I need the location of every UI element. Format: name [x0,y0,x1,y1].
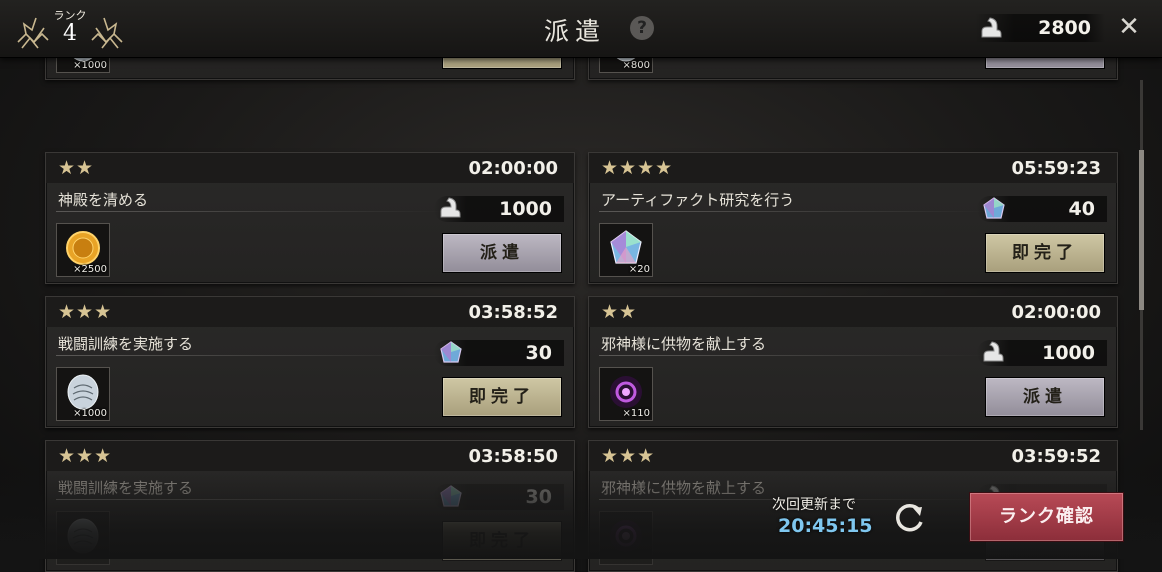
difficulty-stars: ★★★ [58,301,113,323]
reward-quantity: ×20 [628,264,650,275]
divider [56,499,446,500]
cost-box: 40 [977,196,1107,222]
mission-card[interactable]: ★★★★ 05:59:23 アーティファクト研究を行う 40 ×20 即完了 [588,152,1118,284]
reward-quantity: ×1000 [73,408,107,419]
page-title: 派遣 [543,17,606,46]
scrollbar-thumb[interactable] [1139,150,1144,310]
reward-quantity: ×2500 [73,264,107,275]
refresh-timer: 20:45:15 [778,515,873,537]
mission-card[interactable]: ★★ 02:00:00 神殿を清める 1000 ×2500 派遣 [45,152,575,284]
cost-box: 30 [434,340,564,366]
reward-quantity: ×1000 [73,60,107,71]
card-header: ★★ 02:00:00 [589,297,1117,327]
cost-box: 1000 [977,340,1107,366]
instant-complete-button[interactable]: 即完了 [985,233,1105,273]
mission-duration: 02:00:00 [468,158,558,179]
difficulty-stars: ★★ [601,301,638,323]
divider [56,211,446,212]
mission-name: 戦闘訓練を実施する [58,479,194,497]
card-header: ★★ 02:00:00 [46,153,574,183]
mission-card[interactable]: ★★ 02:00:00 邪神様に供物を献上する 1000 ×110 派遣 [588,296,1118,428]
mission-duration: 03:59:52 [1011,446,1101,467]
help-icon[interactable]: ? [630,16,654,40]
divider [599,211,989,212]
gem-icon [981,196,1007,226]
rank-badge[interactable]: ランク 4 [14,4,126,54]
reward-item[interactable] [599,511,653,565]
cost-box: 1000 [434,196,564,222]
card-header: ★★★ 03:58:52 [46,297,574,327]
header-bar: ランク 4 派遣 ? 2800 ✕ [0,0,1162,58]
gem-icon [438,484,464,514]
reward-quantity: ×800 [622,60,650,71]
reward-item[interactable]: ×2500 [56,223,110,277]
reward-item[interactable]: ×20 [599,223,653,277]
rank-value: 4 [63,21,77,46]
mission-name: 邪神様に供物を献上する [601,479,767,497]
reward-item[interactable]: ×1000 [56,367,110,421]
divider [599,355,989,356]
difficulty-stars: ★★ [58,157,95,179]
stamina-value: 2800 [1038,17,1091,39]
gem-icon [438,340,464,370]
instant-complete-button[interactable]: 即完了 [442,521,562,561]
stamina-counter: 2800 [975,14,1105,42]
cost-value: 1000 [1042,342,1095,364]
reward-item[interactable]: ×110 [599,367,653,421]
dispatch-button[interactable]: 派遣 [442,233,562,273]
arm-icon [438,196,464,224]
card-header: ★★★★ 05:59:23 [589,153,1117,183]
mission-card[interactable]: ★★★ 03:58:50 戦闘訓練を実施する 30 即完了 [45,440,575,572]
close-icon[interactable]: ✕ [1116,14,1142,40]
reward-quantity: ×110 [622,408,650,419]
cost-box: 30 [434,484,564,510]
refresh-icon[interactable] [889,498,929,538]
reward-item[interactable] [56,511,110,565]
difficulty-stars: ★★★ [601,445,656,467]
instant-complete-button[interactable]: 即完了 [442,377,562,417]
mission-name: 邪神様に供物を献上する [601,335,767,353]
cost-value: 1000 [499,198,552,220]
mission-name: 戦闘訓練を実施する [58,335,194,353]
card-header: ★★★ 03:59:52 [589,441,1117,471]
difficulty-stars: ★★★ [58,445,113,467]
cost-value: 30 [525,342,552,364]
mission-duration: 03:58:50 [468,446,558,467]
mission-name: アーティファクト研究を行う [601,191,795,209]
dispatch-button[interactable]: 派遣 [985,377,1105,417]
card-header: ★★★ 03:58:50 [46,441,574,471]
difficulty-stars: ★★★★ [601,157,674,179]
mission-duration: 03:58:52 [468,302,558,323]
arm-icon [981,17,1002,38]
mission-card[interactable]: ★★★ 03:58:52 戦闘訓練を実施する 30 ×1000 即完了 [45,296,575,428]
arm-icon [981,340,1007,368]
rank-check-button[interactable]: ランク確認 [969,492,1124,542]
refresh-label: 次回更新まで [772,497,856,513]
mission-name: 神殿を清める [58,191,149,209]
cost-value: 40 [1068,198,1095,220]
mission-duration: 02:00:00 [1011,302,1101,323]
cost-value: 30 [525,486,552,508]
mission-duration: 05:59:23 [1011,158,1101,179]
divider [56,355,446,356]
